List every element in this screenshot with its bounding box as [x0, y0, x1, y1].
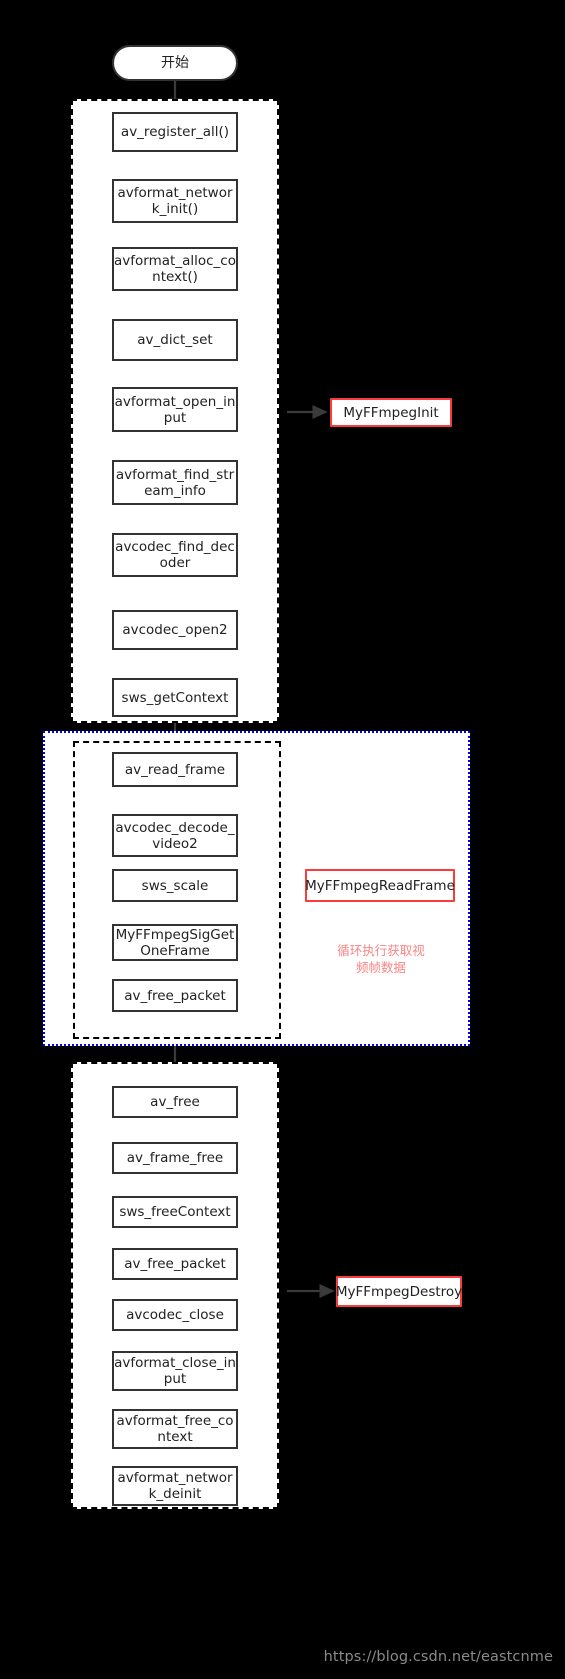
- node-av-free-packet-destroy[interactable]: av_free_packet: [112, 1248, 238, 1280]
- annotation-loop-note: 循环执行获取视 频帧数据: [337, 943, 425, 975]
- node-av-free-packet-loop[interactable]: av_free_packet: [112, 979, 238, 1012]
- watermark-url: https://blog.csdn.net/eastcnme: [323, 1649, 553, 1665]
- node-avcodec-close[interactable]: avcodec_close: [112, 1299, 238, 1331]
- node-av-read-frame[interactable]: av_read_frame: [112, 752, 238, 787]
- node-avcodec-open2[interactable]: avcodec_open2: [112, 610, 238, 650]
- node-avformat-free-context[interactable]: avformat_free_co ntext: [112, 1409, 238, 1449]
- node-av-free[interactable]: av_free: [112, 1086, 238, 1118]
- node-av-dict-set[interactable]: av_dict_set: [112, 319, 238, 361]
- node-avformat-network-init[interactable]: avformat_networ k_init(): [112, 179, 238, 223]
- node-myffmpegsiggetoneframe[interactable]: MyFFmpegSigGet OneFrame: [112, 924, 238, 961]
- callout-myffmpeg-destroy[interactable]: MyFFmpegDestroy: [336, 1276, 462, 1307]
- node-avformat-close-input[interactable]: avformat_close_in put: [112, 1351, 238, 1391]
- node-avformat-alloc-context[interactable]: avformat_alloc_co ntext(): [112, 247, 238, 291]
- node-start[interactable]: 开始: [112, 45, 238, 81]
- node-av-register-all[interactable]: av_register_all(): [112, 112, 238, 152]
- node-sws-getcontext[interactable]: sws_getContext: [112, 678, 238, 717]
- callout-myffmpeg-init[interactable]: MyFFmpegInit: [330, 398, 452, 427]
- node-av-frame-free[interactable]: av_frame_free: [112, 1142, 238, 1174]
- node-sws-freecontext[interactable]: sws_freeContext: [112, 1196, 238, 1228]
- node-avformat-network-deinit[interactable]: avformat_networ k_deinit: [112, 1466, 238, 1506]
- callout-myffmpeg-read-frame[interactable]: MyFFmpegReadFrame: [305, 869, 455, 902]
- node-avformat-open-input[interactable]: avformat_open_in put: [112, 387, 238, 432]
- node-avformat-find-stream-info[interactable]: avformat_find_str eam_info: [112, 460, 238, 505]
- node-sws-scale[interactable]: sws_scale: [112, 869, 238, 902]
- node-avcodec-find-decoder[interactable]: avcodec_find_dec oder: [112, 533, 238, 577]
- flowchart-canvas: 开始 av_register_all() avformat_networ k_i…: [0, 0, 565, 1679]
- node-avcodec-decode-video2[interactable]: avcodec_decode_ video2: [112, 814, 238, 857]
